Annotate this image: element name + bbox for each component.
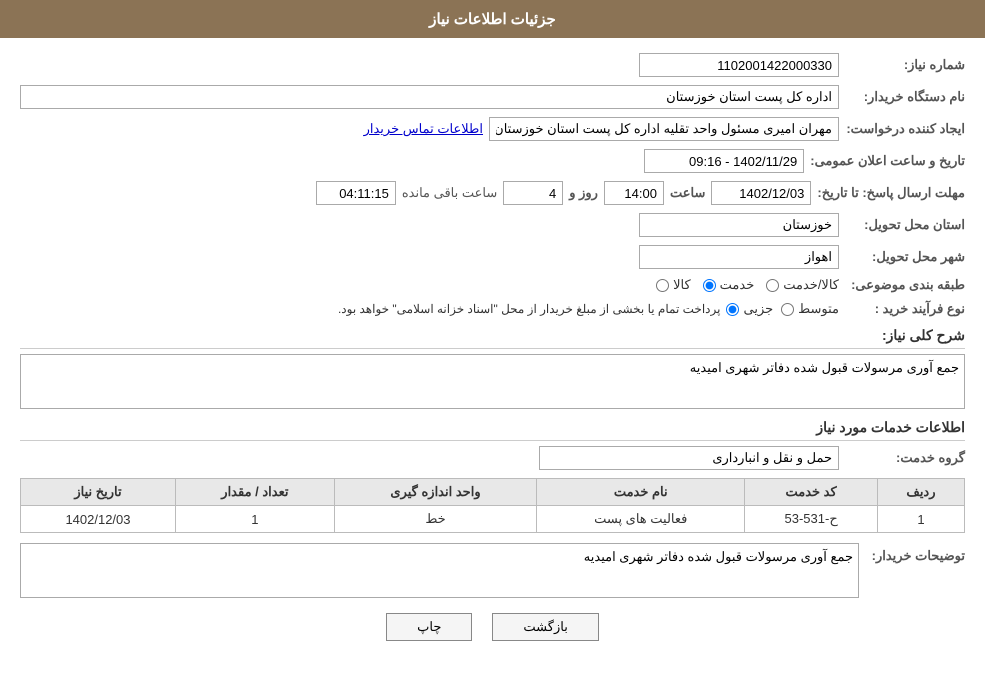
announce-datetime-label: تاریخ و ساعت اعلان عمومی:: [810, 153, 965, 169]
category-khadamat-radio[interactable]: [703, 279, 716, 292]
page-title: جزئیات اطلاعات نیاز: [0, 0, 985, 38]
province-input[interactable]: [639, 213, 839, 237]
purchase-type-motavaset-label: متوسط: [798, 301, 839, 317]
table-cell-row: 1: [877, 506, 964, 533]
deadline-days-label: روز و: [569, 185, 598, 201]
purchase-type-jozei-label: جزیی: [743, 301, 773, 317]
table-cell-date: 1402/12/03: [21, 506, 176, 533]
col-header-date: تاریخ نیاز: [21, 479, 176, 506]
need-summary-section-title: شرح کلی نیاز:: [20, 327, 965, 349]
col-header-name: نام خدمت: [537, 479, 745, 506]
table-cell-quantity: 1: [175, 506, 334, 533]
buyer-org-input[interactable]: [20, 85, 839, 109]
deadline-date-input[interactable]: [711, 181, 811, 205]
remaining-time-input[interactable]: [316, 181, 396, 205]
category-kala-khadamat-label: کالا/خدمت: [783, 277, 839, 293]
table-cell-name: فعالیت های پست: [537, 506, 745, 533]
city-label: شهر محل تحویل:: [845, 249, 965, 265]
purchase-type-jozei-radio[interactable]: [726, 303, 739, 316]
col-header-code: کد خدمت: [745, 479, 878, 506]
purchase-type-group: متوسط جزیی: [726, 301, 839, 317]
deadline-days-input[interactable]: [503, 181, 563, 205]
services-section-title: اطلاعات خدمات مورد نیاز: [20, 419, 965, 441]
table-cell-unit: خط: [334, 506, 536, 533]
category-radio-group: کالا/خدمت خدمت کالا: [656, 277, 839, 293]
table-cell-code: ح-531-53: [745, 506, 878, 533]
buttons-row: بازگشت چاپ: [20, 613, 965, 641]
need-number-input[interactable]: [639, 53, 839, 77]
service-group-label: گروه خدمت:: [845, 450, 965, 466]
col-header-unit: واحد اندازه گیری: [334, 479, 536, 506]
buyer-desc-label: توضیحات خریدار:: [865, 543, 965, 564]
need-summary-textarea[interactable]: [20, 354, 965, 409]
need-number-label: شماره نیاز:: [845, 57, 965, 73]
contact-info-link[interactable]: اطلاعات تماس خریدار: [364, 121, 483, 137]
buyer-org-label: نام دستگاه خریدار:: [845, 89, 965, 105]
back-button[interactable]: بازگشت: [492, 613, 598, 641]
category-kala-label: کالا: [673, 277, 691, 293]
print-button[interactable]: چاپ: [386, 613, 472, 641]
category-kala-khadamat-radio[interactable]: [766, 279, 779, 292]
deadline-time-label: ساعت: [670, 185, 705, 201]
deadline-label: مهلت ارسال پاسخ: تا تاریخ:: [817, 185, 965, 201]
category-kala-radio[interactable]: [656, 279, 669, 292]
table-row: 1ح-531-53فعالیت های پستخط11402/12/03: [21, 506, 965, 533]
requester-input[interactable]: [489, 117, 839, 141]
services-table: ردیف کد خدمت نام خدمت واحد اندازه گیری ت…: [20, 478, 965, 533]
purchase-type-motavaset-radio[interactable]: [781, 303, 794, 316]
requester-label: ایجاد کننده درخواست:: [845, 121, 965, 137]
announce-datetime-input[interactable]: [644, 149, 804, 173]
service-group-input[interactable]: [539, 446, 839, 470]
col-header-qty: تعداد / مقدار: [175, 479, 334, 506]
province-label: استان محل تحویل:: [845, 217, 965, 233]
category-khadamat-label: خدمت: [720, 277, 755, 293]
purchase-type-label: نوع فرآیند خرید :: [845, 301, 965, 317]
remaining-label: ساعت باقی مانده: [402, 185, 497, 201]
purchase-note: پرداخت تمام یا بخشی از مبلغ خریدار از مح…: [338, 302, 721, 316]
category-label: طبقه بندی موضوعی:: [845, 277, 965, 293]
deadline-time-input[interactable]: [604, 181, 664, 205]
city-input[interactable]: [639, 245, 839, 269]
col-header-row: ردیف: [877, 479, 964, 506]
buyer-desc-textarea[interactable]: [20, 543, 859, 598]
